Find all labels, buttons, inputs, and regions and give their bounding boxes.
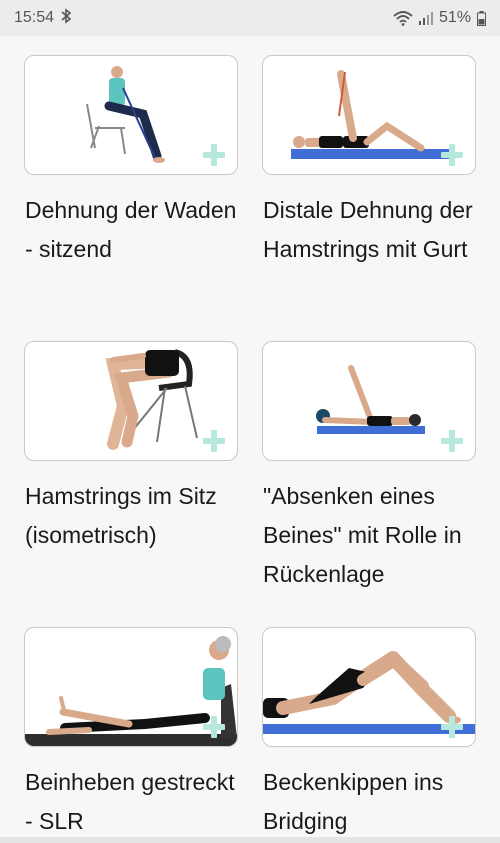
exercise-thumbnail[interactable]	[262, 55, 476, 175]
exercise-title: "Absenken eines Beines" mit Rolle in Rüc…	[263, 483, 462, 587]
bottom-divider	[0, 837, 500, 843]
exercise-card[interactable]: Dehnung der Waden - sitzend	[24, 55, 238, 269]
battery-percent: 51%	[438, 9, 471, 26]
exercise-card[interactable]: "Absenken eines Beines" mit Rolle in Rüc…	[262, 341, 476, 594]
exercise-title: Hamstrings im Sitz (isometrisch)	[25, 483, 217, 548]
add-icon[interactable]	[203, 144, 225, 166]
status-bar: 15:54 51%	[0, 0, 500, 36]
add-icon[interactable]	[441, 144, 463, 166]
exercise-title: Beckenkippen ins Bridging	[263, 769, 444, 834]
exercise-thumbnail[interactable]	[24, 55, 238, 175]
clock: 15:54	[14, 9, 55, 26]
add-icon[interactable]	[441, 716, 463, 738]
exercise-title: Distale Dehnung der Hamstrings mit Gurt	[263, 197, 473, 262]
add-icon[interactable]	[441, 430, 463, 452]
exercise-grid: Dehnung der Waden - sitzend Distale Dehn…	[0, 36, 500, 843]
battery-icon	[477, 10, 486, 26]
exercise-title: Beinheben gestreckt - SLR	[25, 769, 235, 834]
add-icon[interactable]	[203, 430, 225, 452]
bluetooth-icon	[60, 8, 72, 28]
exercise-card[interactable]: Beinheben gestreckt - SLR	[24, 627, 238, 841]
wifi-icon	[393, 10, 413, 26]
exercise-card[interactable]: Distale Dehnung der Hamstrings mit Gurt	[262, 55, 476, 269]
add-icon[interactable]	[203, 716, 225, 738]
exercise-thumbnail[interactable]	[24, 627, 238, 747]
signal-icon	[418, 11, 433, 25]
exercise-thumbnail[interactable]	[262, 627, 476, 747]
status-left: 15:54	[14, 8, 72, 28]
exercise-thumbnail[interactable]	[262, 341, 476, 461]
status-right: 51%	[393, 9, 486, 27]
exercise-thumbnail[interactable]	[24, 341, 238, 461]
exercise-card[interactable]: Hamstrings im Sitz (isometrisch)	[24, 341, 238, 555]
exercise-card[interactable]: Beckenkippen ins Bridging	[262, 627, 476, 841]
exercise-title: Dehnung der Waden - sitzend	[25, 197, 237, 262]
